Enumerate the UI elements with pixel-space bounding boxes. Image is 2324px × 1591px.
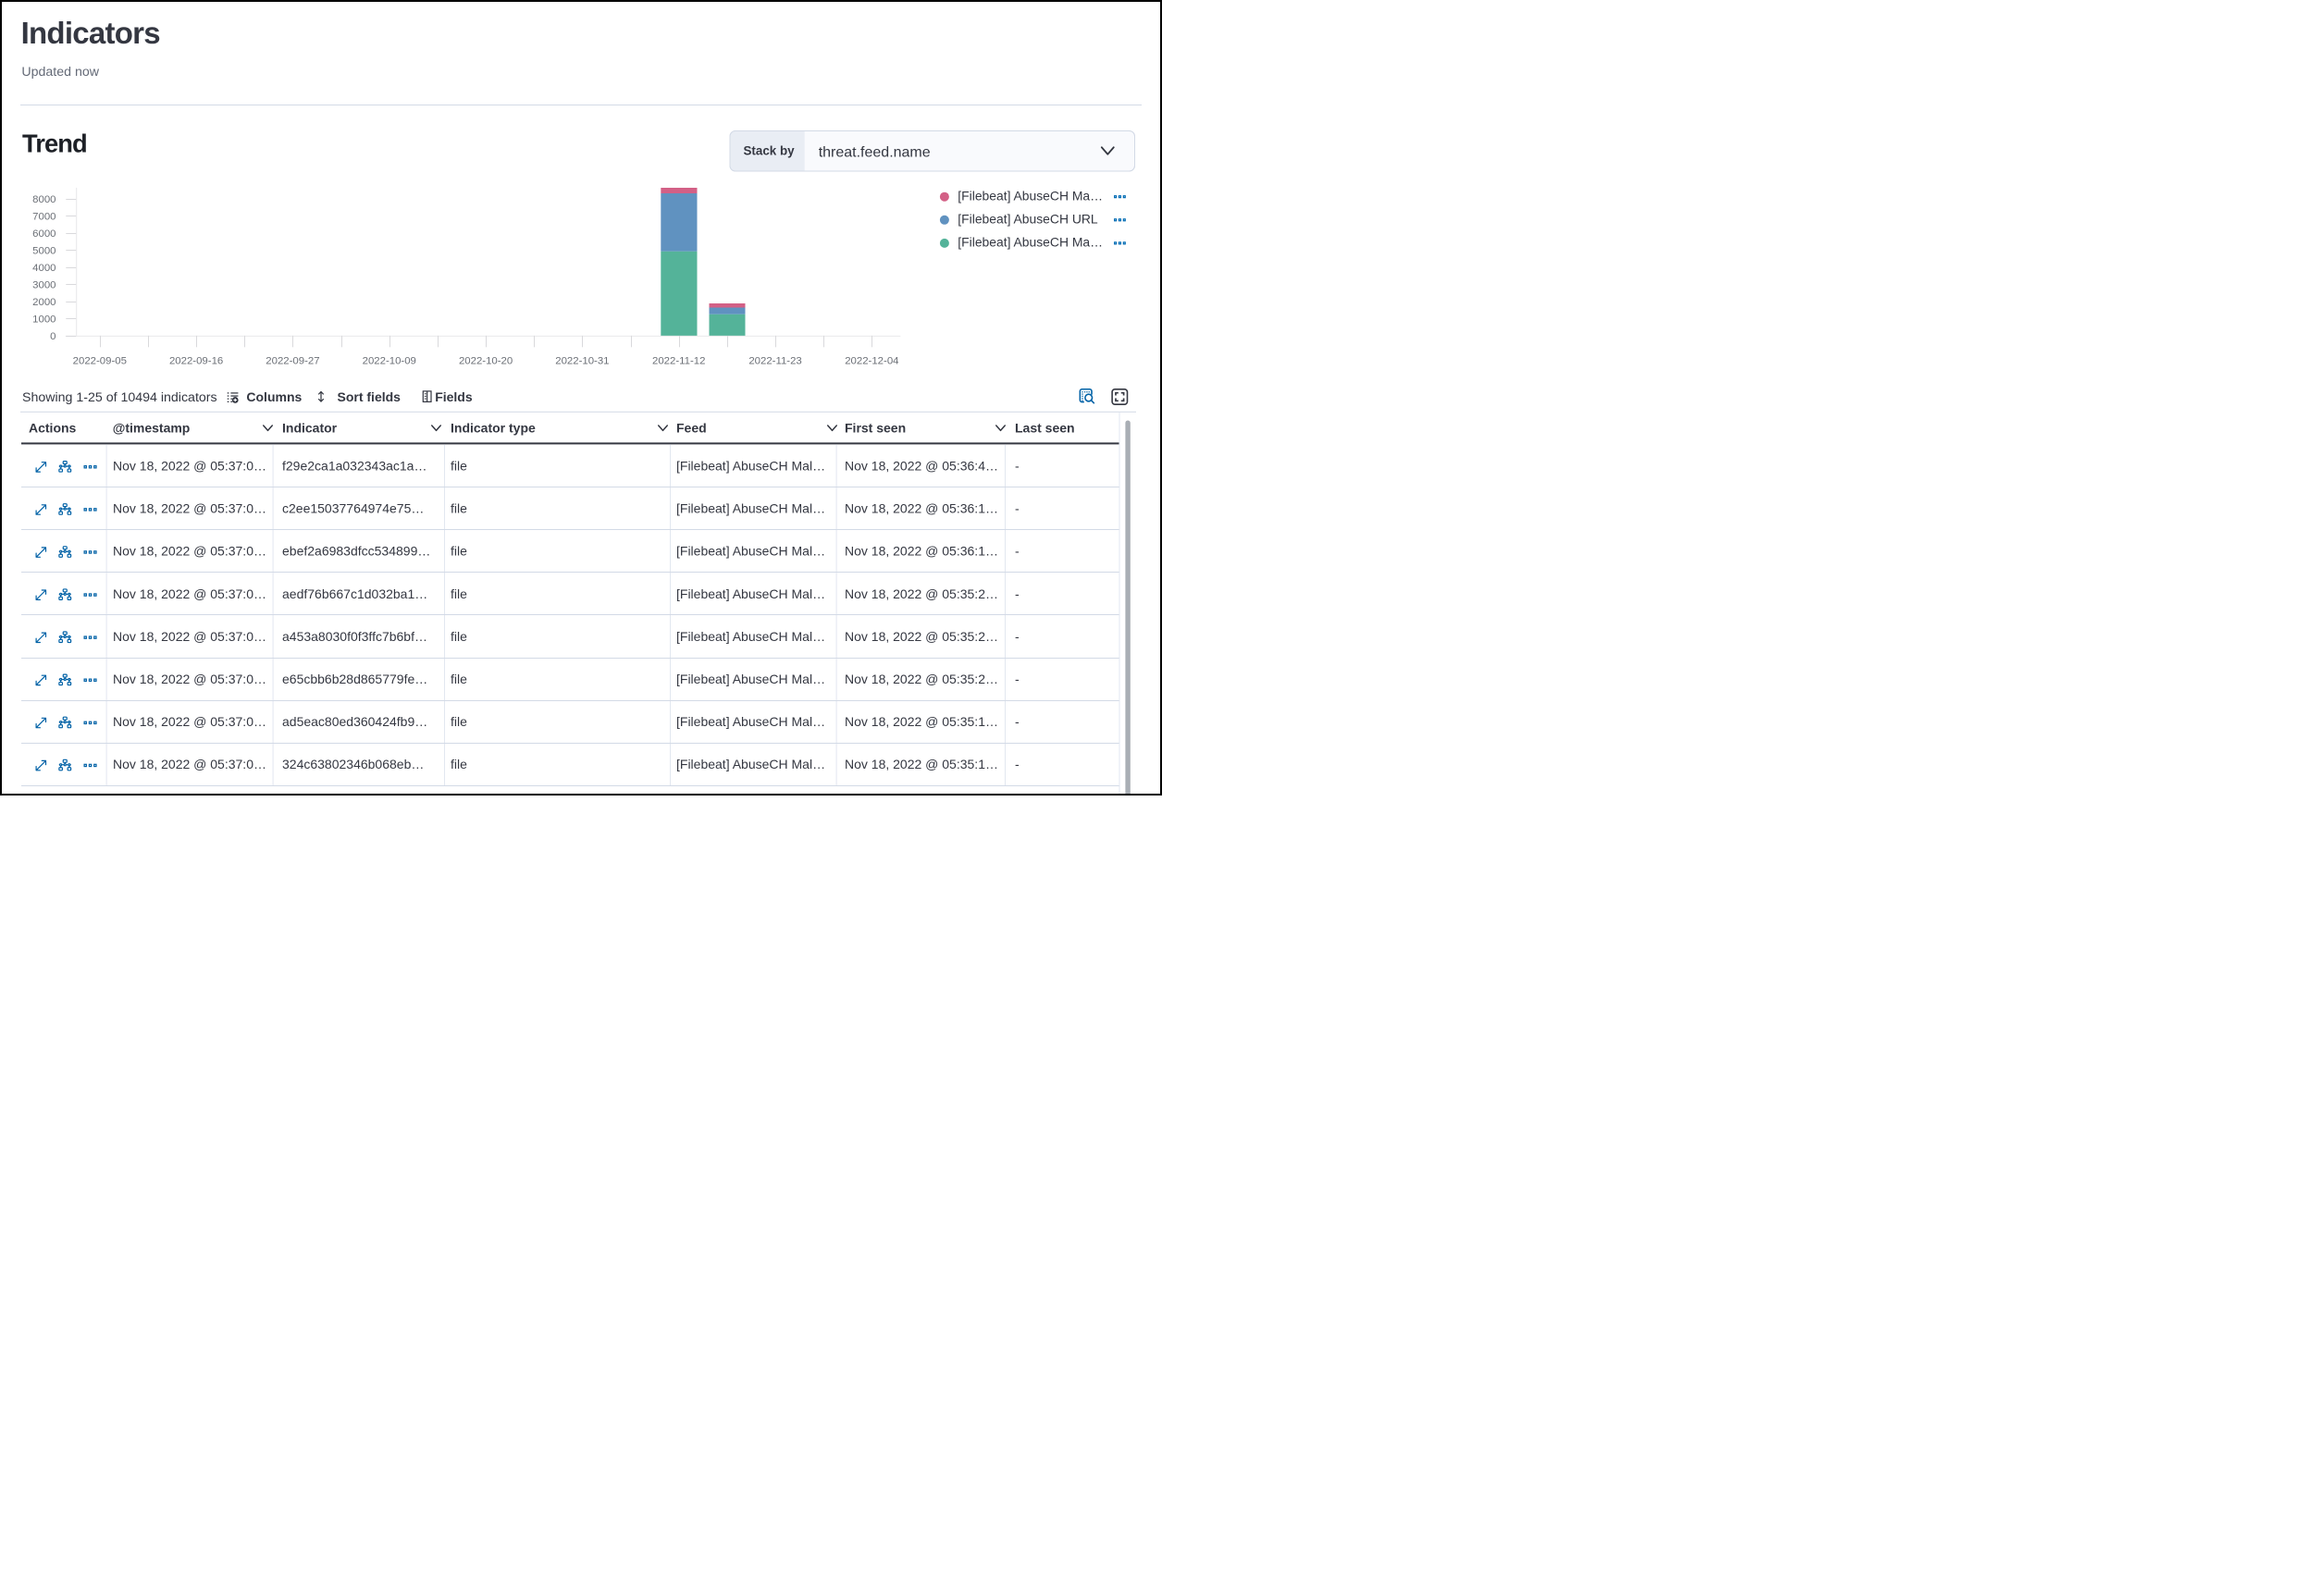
svg-text:Nov 18, 2022 @ 05:37:0…: Nov 18, 2022 @ 05:37:0… bbox=[113, 629, 266, 644]
svg-text:-: - bbox=[1015, 458, 1020, 473]
svg-text:[Filebeat] AbuseCH Mal…: [Filebeat] AbuseCH Mal… bbox=[676, 714, 825, 729]
svg-text:ad5eac80ed360424fb9…: ad5eac80ed360424fb9… bbox=[282, 714, 427, 729]
svg-text:[Filebeat] AbuseCH Mal…: [Filebeat] AbuseCH Mal… bbox=[676, 672, 825, 686]
svg-text:-: - bbox=[1015, 714, 1020, 729]
svg-text:Sort fields: Sort fields bbox=[338, 389, 402, 404]
svg-text:Nov 18, 2022 @ 05:37:0…: Nov 18, 2022 @ 05:37:0… bbox=[113, 544, 266, 559]
svg-text:Nov 18, 2022 @ 05:35:1…: Nov 18, 2022 @ 05:35:1… bbox=[845, 757, 998, 771]
svg-text:2022-09-27: 2022-09-27 bbox=[266, 356, 319, 367]
svg-text:2022-10-31: 2022-10-31 bbox=[555, 356, 609, 367]
svg-text:Indicator: Indicator bbox=[282, 421, 338, 436]
svg-text:4000: 4000 bbox=[32, 263, 56, 274]
svg-text:Nov 18, 2022 @ 05:37:0…: Nov 18, 2022 @ 05:37:0… bbox=[113, 586, 266, 601]
svg-text:@timestamp: @timestamp bbox=[113, 421, 191, 436]
svg-text:Nov 18, 2022 @ 05:37:0…: Nov 18, 2022 @ 05:37:0… bbox=[113, 458, 266, 473]
svg-text:7000: 7000 bbox=[32, 211, 56, 222]
svg-text:Nov 18, 2022 @ 05:35:2…: Nov 18, 2022 @ 05:35:2… bbox=[845, 672, 998, 686]
svg-text:Indicators: Indicators bbox=[21, 16, 160, 50]
svg-text:file: file bbox=[451, 544, 467, 559]
svg-text:2022-09-16: 2022-09-16 bbox=[169, 356, 223, 367]
svg-text:Fields: Fields bbox=[435, 389, 473, 404]
svg-text:file: file bbox=[451, 672, 467, 686]
svg-text:-: - bbox=[1015, 757, 1020, 771]
svg-text:Nov 18, 2022 @ 05:37:0…: Nov 18, 2022 @ 05:37:0… bbox=[113, 501, 266, 516]
svg-text:a453a8030f0f3ffc7b6bf…: a453a8030f0f3ffc7b6bf… bbox=[282, 629, 427, 644]
svg-text:Actions: Actions bbox=[29, 421, 77, 436]
svg-text:aedf76b667c1d032ba1…: aedf76b667c1d032ba1… bbox=[282, 586, 427, 601]
svg-text:Trend: Trend bbox=[22, 129, 87, 157]
svg-text:[Filebeat] AbuseCH Mal…: [Filebeat] AbuseCH Mal… bbox=[676, 586, 825, 601]
svg-text:-: - bbox=[1015, 629, 1020, 644]
svg-text:6000: 6000 bbox=[32, 228, 56, 240]
svg-text:file: file bbox=[451, 458, 467, 473]
svg-text:Nov 18, 2022 @ 05:36:1…: Nov 18, 2022 @ 05:36:1… bbox=[845, 501, 998, 516]
svg-text:Nov 18, 2022 @ 05:37:0…: Nov 18, 2022 @ 05:37:0… bbox=[113, 757, 266, 771]
svg-text:2022-11-12: 2022-11-12 bbox=[652, 356, 705, 367]
svg-text:e65cbb6b28d865779fe…: e65cbb6b28d865779fe… bbox=[282, 672, 427, 686]
svg-text:[Filebeat] AbuseCH Mal…: [Filebeat] AbuseCH Mal… bbox=[676, 458, 825, 473]
svg-text:file: file bbox=[451, 586, 467, 601]
svg-text:-: - bbox=[1015, 672, 1020, 686]
svg-text:2022-09-05: 2022-09-05 bbox=[73, 356, 127, 367]
svg-text:Last seen: Last seen bbox=[1015, 421, 1075, 436]
svg-text:[Filebeat] AbuseCH Mal…: [Filebeat] AbuseCH Mal… bbox=[676, 757, 825, 771]
svg-text:-: - bbox=[1015, 544, 1020, 559]
svg-text:Columns: Columns bbox=[246, 389, 302, 404]
svg-text:c2ee15037764974e75…: c2ee15037764974e75… bbox=[282, 501, 424, 516]
svg-text:file: file bbox=[451, 629, 467, 644]
svg-text:[Filebeat] AbuseCH Mal…: [Filebeat] AbuseCH Mal… bbox=[676, 544, 825, 559]
svg-text:2022-12-04: 2022-12-04 bbox=[845, 356, 898, 367]
svg-text:324c63802346b068eb…: 324c63802346b068eb… bbox=[282, 757, 424, 771]
svg-text:file: file bbox=[451, 714, 467, 729]
svg-text:Showing 1-25 of 10494 indicato: Showing 1-25 of 10494 indicators bbox=[22, 390, 217, 405]
svg-text:[Filebeat] AbuseCH Ma…: [Filebeat] AbuseCH Ma… bbox=[958, 235, 1103, 250]
svg-text:file: file bbox=[451, 757, 467, 771]
svg-text:8000: 8000 bbox=[32, 194, 56, 205]
svg-text:f29e2ca1a032343ac1a…: f29e2ca1a032343ac1a… bbox=[282, 458, 426, 473]
svg-text:[Filebeat] AbuseCH Mal…: [Filebeat] AbuseCH Mal… bbox=[676, 501, 825, 516]
svg-text:0: 0 bbox=[50, 331, 56, 342]
svg-text:file: file bbox=[451, 501, 467, 516]
svg-text:2000: 2000 bbox=[32, 297, 56, 308]
svg-text:Nov 18, 2022 @ 05:35:1…: Nov 18, 2022 @ 05:35:1… bbox=[845, 714, 998, 729]
svg-text:[Filebeat] AbuseCH Mal…: [Filebeat] AbuseCH Mal… bbox=[676, 629, 825, 644]
svg-text:Nov 18, 2022 @ 05:35:2…: Nov 18, 2022 @ 05:35:2… bbox=[845, 629, 998, 644]
svg-text:2022-10-09: 2022-10-09 bbox=[363, 356, 416, 367]
svg-text:Nov 18, 2022 @ 05:37:0…: Nov 18, 2022 @ 05:37:0… bbox=[113, 672, 266, 686]
svg-text:1000: 1000 bbox=[32, 314, 56, 325]
svg-text:ebef2a6983dfcc534899…: ebef2a6983dfcc534899… bbox=[282, 544, 430, 559]
svg-text:-: - bbox=[1015, 501, 1020, 516]
svg-text:[Filebeat] AbuseCH Ma…: [Filebeat] AbuseCH Ma… bbox=[958, 188, 1103, 203]
svg-text:Nov 18, 2022 @ 05:36:4…: Nov 18, 2022 @ 05:36:4… bbox=[845, 458, 998, 473]
svg-text:Nov 18, 2022 @ 05:35:2…: Nov 18, 2022 @ 05:35:2… bbox=[845, 586, 998, 601]
svg-text:threat.feed.name: threat.feed.name bbox=[819, 144, 931, 160]
svg-text:Indicator type: Indicator type bbox=[451, 421, 536, 436]
svg-text:First seen: First seen bbox=[845, 421, 906, 436]
svg-text:Updated now: Updated now bbox=[21, 65, 99, 80]
svg-text:Stack by: Stack by bbox=[744, 144, 796, 158]
svg-text:2022-10-20: 2022-10-20 bbox=[459, 356, 513, 367]
svg-text:3000: 3000 bbox=[32, 279, 56, 290]
svg-text:Nov 18, 2022 @ 05:36:1…: Nov 18, 2022 @ 05:36:1… bbox=[845, 544, 998, 559]
svg-text:Nov 18, 2022 @ 05:37:0…: Nov 18, 2022 @ 05:37:0… bbox=[113, 714, 266, 729]
svg-text:5000: 5000 bbox=[32, 245, 56, 256]
svg-text:Feed: Feed bbox=[676, 421, 707, 436]
svg-text:-: - bbox=[1015, 586, 1020, 601]
svg-text:[Filebeat] AbuseCH URL: [Filebeat] AbuseCH URL bbox=[958, 211, 1098, 226]
svg-text:2022-11-23: 2022-11-23 bbox=[748, 356, 801, 367]
